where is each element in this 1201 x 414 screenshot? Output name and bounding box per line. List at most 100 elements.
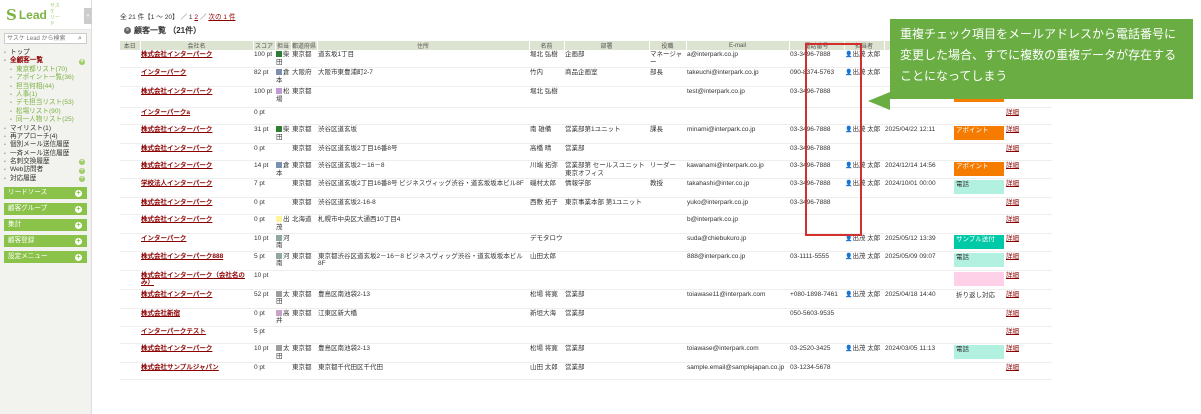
sidebar-item-15[interactable]: • 対応履歴 + <box>4 175 91 183</box>
company-link[interactable]: 株式会社新宿 <box>140 308 253 327</box>
company-link[interactable]: 株式会社インターパーク <box>140 160 253 180</box>
company-link[interactable]: 株式会社インターパーク <box>140 289 253 309</box>
column-header[interactable]: 担当 <box>275 41 292 50</box>
company-link[interactable]: インターパーク <box>140 67 253 88</box>
staff-name: 出茂 太郎 <box>852 290 881 298</box>
table-row[interactable]: 株式会社新宿 0 pt 高井 東京都 江東区新大橋 新垣大海 営業部 050-5603-953… <box>120 308 1052 327</box>
column-header[interactable]: 住所 <box>317 41 530 50</box>
column-header[interactable]: 名前 <box>529 41 565 50</box>
company-link[interactable]: 株式会社インターパーク <box>140 214 253 234</box>
sidebar-item-1[interactable]: • 全顧客一覧 + <box>4 57 91 65</box>
detail-link[interactable]: 詳細 <box>1005 289 1052 309</box>
title-cell: 部長 <box>649 67 686 88</box>
add-icon[interactable]: + <box>79 176 85 183</box>
table-row[interactable]: 株式会社サンプルジャパン 0 pt 東京都 東京都千代田区千代田 山田 太郎 営業部 sam… <box>120 362 1052 380</box>
sidebar-item-6[interactable]: • デモ担当リスト(53) <box>4 99 91 107</box>
column-header[interactable]: 会社名 <box>140 41 254 50</box>
sidebar-item-9[interactable]: • マイリスト(1) <box>4 125 91 133</box>
company-link[interactable]: 株式会社インターパーク <box>140 124 253 145</box>
search-input[interactable] <box>5 34 75 43</box>
company-link[interactable]: 株式会社インターパーク <box>140 197 253 216</box>
detail-link[interactable]: 詳細 <box>1005 124 1052 145</box>
table-row[interactable]: 学校法人インターパーク 7 pt 東京都 渋谷区道玄坂2丁目16番8号 ビジネスヴィッ… <box>120 178 1052 199</box>
column-header[interactable]: 都道府県 <box>291 41 318 50</box>
detail-link[interactable]: 詳細 <box>1005 178 1052 199</box>
score-cell: 5 pt <box>253 326 275 344</box>
detail-link[interactable]: 詳細 <box>1005 308 1052 327</box>
department-cell: 営業部 <box>564 143 649 162</box>
pagination-next[interactable]: 次の 1 件 <box>208 14 235 21</box>
column-header[interactable]: E-mail <box>686 41 790 50</box>
company-link[interactable]: 株式会社サンプルジャパン <box>140 362 253 380</box>
email-cell: yuko@interpark.co.jp <box>686 197 789 216</box>
table-row[interactable]: 株式会社インターパーク 0 pt 東京都 渋谷区道玄坂2丁目16番8号 高橋 晴営業部 0… <box>120 143 1052 162</box>
column-header[interactable]: 役職 <box>649 41 687 50</box>
column-header[interactable]: 部署 <box>564 41 650 50</box>
table-row[interactable]: インターパークテスト 5 pt 詳細 <box>120 326 1052 344</box>
pagination-page-2[interactable]: 2 <box>194 14 198 21</box>
sidebar-item-8[interactable]: • 同一人物リスト(25) <box>4 116 91 124</box>
table-row[interactable]: 株式会社インターパーク888 5 pt 河南 東京都 東京都渋谷区道玄坂2－16－8 ビ… <box>120 251 1052 271</box>
detail-link[interactable]: 詳細 <box>1005 270 1052 290</box>
address-cell <box>317 86 529 109</box>
company-link[interactable]: インターパークa <box>140 107 253 126</box>
sidebar-item-12[interactable]: • 一斉メール送信履歴 <box>4 150 91 158</box>
company-link[interactable]: 学校法人インターパーク <box>140 178 253 199</box>
sidebar-item-3[interactable]: • アポイント一覧(36) <box>4 74 91 82</box>
sidebar-section-4[interactable]: 設定メニュー + <box>4 251 87 264</box>
rep-cell: 倉本 <box>275 160 291 180</box>
detail-link[interactable]: 詳細 <box>1005 160 1052 180</box>
sidebar-nav: • トップ • 全顧客一覧 + • 東京都リスト(70) • アポイント一覧(36) • 担当何相(… <box>0 47 91 183</box>
company-link[interactable]: インターパーク <box>140 233 253 252</box>
table-row[interactable]: 株式会社インターパーク 0 pt 出茂 北海道 札幌市中央区大通西10丁目4 b@inte… <box>120 214 1052 234</box>
company-link[interactable]: インターパークテスト <box>140 326 253 344</box>
detail-link[interactable]: 詳細 <box>1005 251 1052 271</box>
sidebar-item-11[interactable]: • 個別メール送信履歴 <box>4 141 91 149</box>
detail-link[interactable]: 詳細 <box>1005 233 1052 252</box>
detail-link[interactable]: 詳細 <box>1005 214 1052 234</box>
add-icon[interactable]: + <box>79 159 85 166</box>
detail-link[interactable]: 詳細 <box>1005 326 1052 344</box>
detail-link[interactable]: 詳細 <box>1005 107 1052 126</box>
table-row[interactable]: インターパーク 10 pt 河南 デモタロウ suda@chiebukuro.jp 👤出茂… <box>120 233 1052 252</box>
table-row[interactable]: インターパークa 0 pt 詳細 <box>120 107 1052 126</box>
column-header[interactable]: スコア <box>253 41 276 50</box>
name-cell <box>529 326 564 344</box>
company-link[interactable]: 株式会社インターパーク <box>140 343 253 363</box>
address-cell: 東京都千代田区千代田 <box>317 362 529 380</box>
sidebar-section-3[interactable]: 顧客登録 + <box>4 235 87 248</box>
table-row[interactable]: 株式会社インターパーク 52 pt 太田 東京都 豊島区南池袋2-13 松場 将寛 営業部 t… <box>120 289 1052 309</box>
company-link[interactable]: 株式会社インターパーク <box>140 50 253 69</box>
sidebar-item-14[interactable]: • Web訪問者 + <box>4 166 91 174</box>
sidebar-section-2[interactable]: 集計 + <box>4 219 87 232</box>
status-cell <box>953 362 1005 380</box>
status-cell <box>953 197 1005 216</box>
sidebar-item-4[interactable]: • 担当何相(44) <box>4 83 91 91</box>
collapse-sidebar-button[interactable]: « <box>84 8 92 24</box>
search-icon[interactable]: ⌕ <box>75 35 85 43</box>
rep-cell <box>275 178 291 199</box>
company-link[interactable]: 株式会社インターパーク（会社名のみ） <box>140 270 253 290</box>
sidebar-section-1[interactable]: 顧客グループ + <box>4 203 87 216</box>
detail-link[interactable]: 詳細 <box>1005 143 1052 162</box>
add-icon[interactable]: + <box>79 58 85 65</box>
table-row[interactable]: 株式会社インターパーク（会社名のみ） 10 pt 詳細 <box>120 270 1052 290</box>
table-row[interactable]: 株式会社インターパーク 0 pt 東京都 渋谷区道玄坂2-16-8 西敷 拓子 東京事業本… <box>120 197 1052 216</box>
company-link[interactable]: 株式会社インターパーク <box>140 143 253 162</box>
table-row[interactable]: 株式会社インターパーク 14 pt 倉本 東京都 渋谷区道玄坂2－16－8 川端 拓弥 営業… <box>120 160 1052 180</box>
email-cell <box>686 107 789 126</box>
table-row[interactable]: 株式会社インターパーク 10 pt 太田 東京都 豊島区南池袋2-13 松場 将寛 営業部 t… <box>120 343 1052 363</box>
sidebar-item-2[interactable]: • 東京都リスト(70) <box>4 66 91 74</box>
company-link[interactable]: 株式会社インターパーク888 <box>140 251 253 271</box>
detail-link[interactable]: 詳細 <box>1005 343 1052 363</box>
detail-link[interactable]: 詳細 <box>1005 197 1052 216</box>
table-row[interactable]: 株式会社インターパーク 31 pt 柴田 東京都 渋谷区道玄坂南 雄備 営業部第1ユニット… <box>120 124 1052 145</box>
score-cell: 10 pt <box>253 270 275 290</box>
app-logo[interactable]: S Lead サスケ リード <box>0 0 91 30</box>
sidebar-section-0[interactable]: リードソース + <box>4 187 87 200</box>
sidebar-item-7[interactable]: • 松場リスト(90) <box>4 108 91 116</box>
company-link[interactable]: 株式会社インターパーク <box>140 86 253 109</box>
detail-link[interactable]: 詳細 <box>1005 362 1052 380</box>
add-icon[interactable]: + <box>79 167 85 174</box>
column-header[interactable]: 本日 <box>120 41 141 50</box>
